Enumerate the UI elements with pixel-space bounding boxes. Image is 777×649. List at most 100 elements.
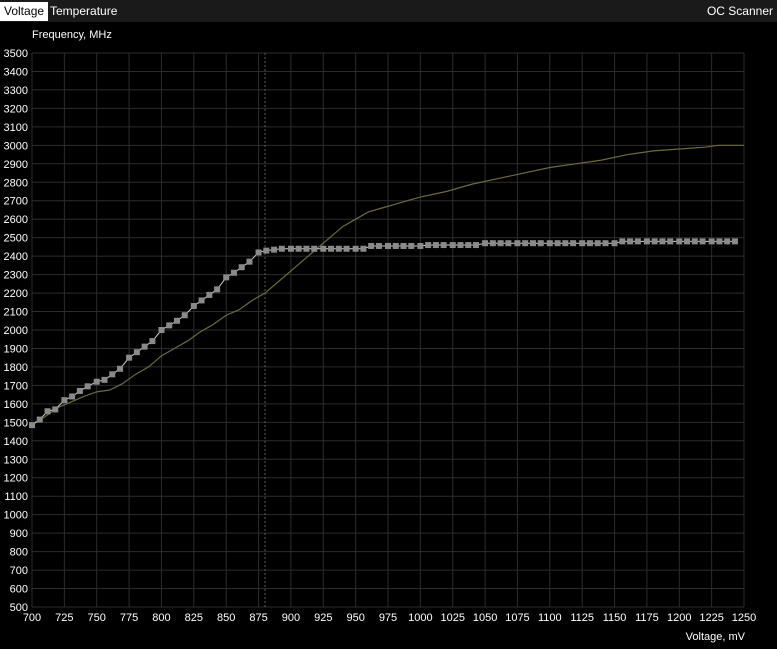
- curve-point[interactable]: [93, 378, 100, 385]
- y-tick-label: 1800: [4, 362, 28, 374]
- curve-point[interactable]: [101, 376, 108, 383]
- curve-point[interactable]: [643, 238, 650, 245]
- curve-point[interactable]: [141, 343, 148, 350]
- y-tick-labels: 5006007008009001000110012001300140015001…: [4, 48, 28, 614]
- curve-point[interactable]: [360, 245, 367, 252]
- curve-point[interactable]: [230, 269, 237, 276]
- curve-point[interactable]: [61, 397, 68, 404]
- curve-point[interactable]: [457, 242, 464, 249]
- curve-point[interactable]: [546, 240, 553, 247]
- curve-point[interactable]: [287, 245, 294, 252]
- curve-point[interactable]: [634, 238, 641, 245]
- curve-point[interactable]: [417, 242, 424, 249]
- curve-point[interactable]: [659, 238, 666, 245]
- curve-point[interactable]: [449, 242, 456, 249]
- curve-point[interactable]: [133, 349, 140, 356]
- curve-point[interactable]: [320, 245, 327, 252]
- x-tick-label: 975: [379, 612, 397, 624]
- curve-point[interactable]: [627, 238, 634, 245]
- curve-point[interactable]: [52, 406, 59, 413]
- y-tick-label: 1200: [4, 473, 28, 485]
- curve-point[interactable]: [667, 238, 674, 245]
- x-tick-label: 725: [55, 612, 73, 624]
- curve-point[interactable]: [529, 240, 536, 247]
- curve-point[interactable]: [611, 240, 618, 247]
- curve-point[interactable]: [328, 245, 335, 252]
- curve-point[interactable]: [29, 422, 35, 429]
- curve-point[interactable]: [554, 240, 561, 247]
- curve-point[interactable]: [223, 274, 230, 281]
- curve-point[interactable]: [166, 322, 173, 329]
- y-tick-label: 1300: [4, 454, 28, 466]
- curve-point[interactable]: [311, 245, 318, 252]
- curve-point[interactable]: [303, 245, 310, 252]
- x-tick-label: 1225: [699, 612, 723, 624]
- curve-point[interactable]: [473, 242, 480, 249]
- curve-point[interactable]: [482, 240, 489, 247]
- curve-point[interactable]: [352, 245, 359, 252]
- curve-point[interactable]: [149, 338, 156, 345]
- curve-point[interactable]: [562, 240, 569, 247]
- curve-point[interactable]: [190, 302, 197, 309]
- curve-point[interactable]: [214, 286, 221, 293]
- curve-point[interactable]: [392, 242, 399, 249]
- curve-point[interactable]: [708, 238, 715, 245]
- curve-point[interactable]: [173, 317, 180, 324]
- curve-point[interactable]: [699, 238, 706, 245]
- curve-point[interactable]: [158, 327, 165, 333]
- curve-point[interactable]: [489, 240, 496, 247]
- curve-point[interactable]: [84, 383, 91, 390]
- voltage-frequency-chart[interactable]: 5006007008009001000110012001300140015001…: [0, 0, 777, 649]
- x-tick-label: 1175: [635, 612, 659, 624]
- curve-point[interactable]: [505, 240, 512, 247]
- curve-point[interactable]: [117, 365, 124, 372]
- curve-point[interactable]: [497, 240, 504, 247]
- y-tick-label: 2500: [4, 233, 28, 245]
- curve-point[interactable]: [586, 240, 593, 247]
- curve-point[interactable]: [440, 242, 447, 249]
- curve-point[interactable]: [602, 240, 609, 247]
- curve-point[interactable]: [684, 238, 691, 245]
- curve-point[interactable]: [109, 371, 116, 378]
- curve-point[interactable]: [375, 242, 382, 249]
- curve-point[interactable]: [676, 238, 683, 245]
- curve-point[interactable]: [206, 291, 213, 298]
- curve-point[interactable]: [731, 238, 738, 245]
- y-tick-label: 600: [10, 584, 28, 596]
- curve-point[interactable]: [385, 242, 391, 249]
- curve-point[interactable]: [570, 240, 577, 247]
- curve-point[interactable]: [716, 238, 723, 245]
- curve-point[interactable]: [278, 245, 285, 252]
- curve-point[interactable]: [651, 238, 658, 245]
- curve-point[interactable]: [465, 242, 472, 249]
- curve-point[interactable]: [263, 247, 270, 254]
- curve-point[interactable]: [537, 240, 544, 247]
- curve-point[interactable]: [271, 246, 278, 253]
- curve-point[interactable]: [238, 264, 245, 271]
- curve-point[interactable]: [181, 312, 188, 319]
- curve-point[interactable]: [295, 245, 302, 252]
- x-tick-label: 1125: [570, 612, 594, 624]
- curve-point[interactable]: [594, 240, 601, 247]
- curve-point[interactable]: [724, 238, 731, 245]
- curve-point[interactable]: [432, 242, 439, 249]
- curve-point[interactable]: [198, 297, 205, 304]
- curve-point[interactable]: [36, 416, 43, 423]
- curve-point[interactable]: [514, 240, 521, 247]
- curve-point[interactable]: [579, 240, 586, 247]
- curve-point[interactable]: [343, 245, 350, 252]
- curve-point[interactable]: [408, 242, 415, 249]
- curve-point[interactable]: [126, 354, 133, 361]
- curve-point[interactable]: [691, 238, 698, 245]
- curve-point[interactable]: [76, 387, 83, 394]
- curve-point[interactable]: [368, 242, 375, 249]
- curve-point[interactable]: [69, 393, 76, 400]
- curve-point[interactable]: [522, 240, 529, 247]
- curve-point[interactable]: [425, 242, 432, 249]
- curve-point[interactable]: [255, 249, 262, 256]
- curve-point[interactable]: [246, 258, 253, 265]
- curve-point[interactable]: [44, 408, 51, 415]
- curve-point[interactable]: [335, 245, 342, 252]
- curve-point[interactable]: [619, 238, 626, 245]
- curve-point[interactable]: [400, 242, 407, 249]
